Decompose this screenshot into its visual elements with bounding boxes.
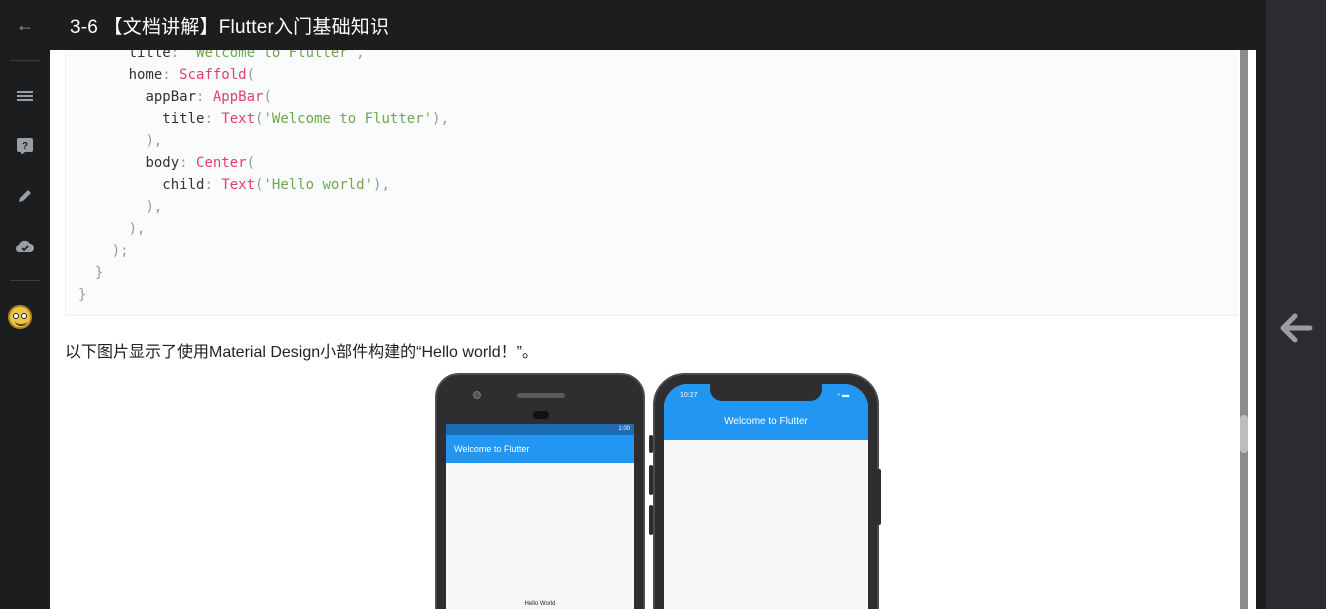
code-punct: :	[162, 67, 180, 83]
code-type: Text	[221, 111, 256, 127]
code-line: }	[78, 262, 103, 284]
avatar[interactable]	[8, 305, 32, 329]
code-type: Center	[196, 155, 247, 171]
code-punct: }	[94, 265, 104, 281]
sensor	[533, 411, 549, 419]
code-key: appBar	[145, 89, 197, 105]
code-punct: :	[204, 111, 222, 127]
code-line: body: Center(	[78, 152, 255, 174]
svg-text:?: ?	[22, 141, 28, 152]
code-punct: (	[246, 67, 256, 83]
code-punct: ,	[356, 50, 365, 61]
code-line: title: Text('Welcome to Flutter'),	[78, 108, 449, 130]
side-button	[877, 469, 881, 525]
ios-status-icons: ◔ ▬	[836, 392, 850, 399]
cloud-check-icon[interactable]	[0, 228, 50, 264]
camera-icon	[473, 391, 481, 399]
android-status-bar: 1:00	[446, 424, 634, 435]
code-type: AppBar	[212, 89, 264, 105]
code-key: title	[162, 111, 205, 127]
code-punct: (	[263, 89, 272, 105]
code-key: child	[162, 177, 205, 193]
speaker-grille	[517, 393, 565, 398]
code-line: );	[78, 240, 129, 262]
android-phone: 1:00 Welcome to Flutter Hello World	[435, 373, 645, 609]
content-area: title: 'Welcome to Flutter', home: Scaff…	[50, 50, 1256, 609]
code-line: ),	[78, 130, 162, 152]
back-icon[interactable]: ←	[0, 7, 50, 43]
page-title: 3-6 【文档讲解】Flutter入门基础知识	[70, 16, 390, 38]
back-arrow-icon[interactable]	[1276, 306, 1316, 350]
code-key: body	[145, 155, 180, 171]
menu-icon[interactable]	[0, 78, 50, 114]
code-key: home	[128, 67, 163, 83]
android-screen: 1:00 Welcome to Flutter Hello World	[446, 424, 634, 609]
code-punct: ),	[432, 111, 449, 127]
android-body-text: Hello World	[524, 601, 556, 607]
code-line: title: 'Welcome to Flutter',	[78, 50, 365, 64]
code-punct: ),	[128, 221, 146, 237]
code-punct: :	[196, 89, 213, 105]
android-status-time: 1:00	[618, 426, 630, 432]
title-bar: 3-6 【文档讲解】Flutter入门基础知识	[50, 0, 1266, 50]
rail-divider	[10, 60, 40, 61]
help-icon[interactable]: ?	[0, 128, 50, 164]
code-line: ),	[78, 218, 146, 240]
code-punct: :	[170, 50, 188, 61]
code-punct: :	[179, 155, 197, 171]
ios-phone: 10:27 ◔ ▬ Welcome to Flutter	[653, 373, 879, 609]
ios-screen: 10:27 ◔ ▬ Welcome to Flutter	[664, 384, 868, 609]
ios-notch	[710, 384, 822, 401]
scrollbar-handle[interactable]	[1240, 415, 1248, 453]
code-punct: :	[204, 177, 222, 193]
code-line: }	[78, 284, 86, 306]
code-line: home: Scaffold(	[78, 64, 255, 86]
left-rail: ← ?	[0, 0, 50, 609]
ios-appbar-title: Welcome to Flutter	[724, 416, 808, 427]
code-punct: );	[111, 243, 129, 259]
code-punct: ),	[373, 177, 390, 193]
panel-gap	[1256, 50, 1266, 609]
phone-screenshots: 1:00 Welcome to Flutter Hello World 10:2…	[435, 373, 881, 609]
scrollbar-thumb[interactable]	[1240, 50, 1248, 609]
code-punct: ),	[145, 199, 163, 215]
code-punct: (	[246, 155, 256, 171]
code-line: ),	[78, 196, 162, 218]
code-string: 'Hello world'	[263, 177, 374, 193]
code-punct: }	[78, 287, 87, 303]
code-type: Text	[221, 177, 256, 193]
code-line: appBar: AppBar(	[78, 86, 272, 108]
code-line: child: Text('Hello world'),	[78, 174, 390, 196]
android-appbar: Welcome to Flutter	[446, 435, 634, 463]
right-panel	[1266, 0, 1326, 609]
code-key: title	[128, 50, 171, 61]
code-string: 'Welcome to Flutter'	[263, 111, 433, 127]
code-block: title: 'Welcome to Flutter', home: Scaff…	[65, 50, 1245, 316]
code-type: Scaffold	[179, 67, 247, 83]
code-string: 'Welcome to Flutter'	[187, 50, 357, 61]
edit-icon[interactable]	[0, 178, 50, 214]
ios-status-time: 10:27	[680, 392, 698, 399]
rail-divider	[10, 280, 40, 281]
code-punct: ),	[145, 133, 163, 149]
paragraph: 以下图片显示了使用Material Design小部件构建的“Hello wor…	[65, 344, 538, 361]
